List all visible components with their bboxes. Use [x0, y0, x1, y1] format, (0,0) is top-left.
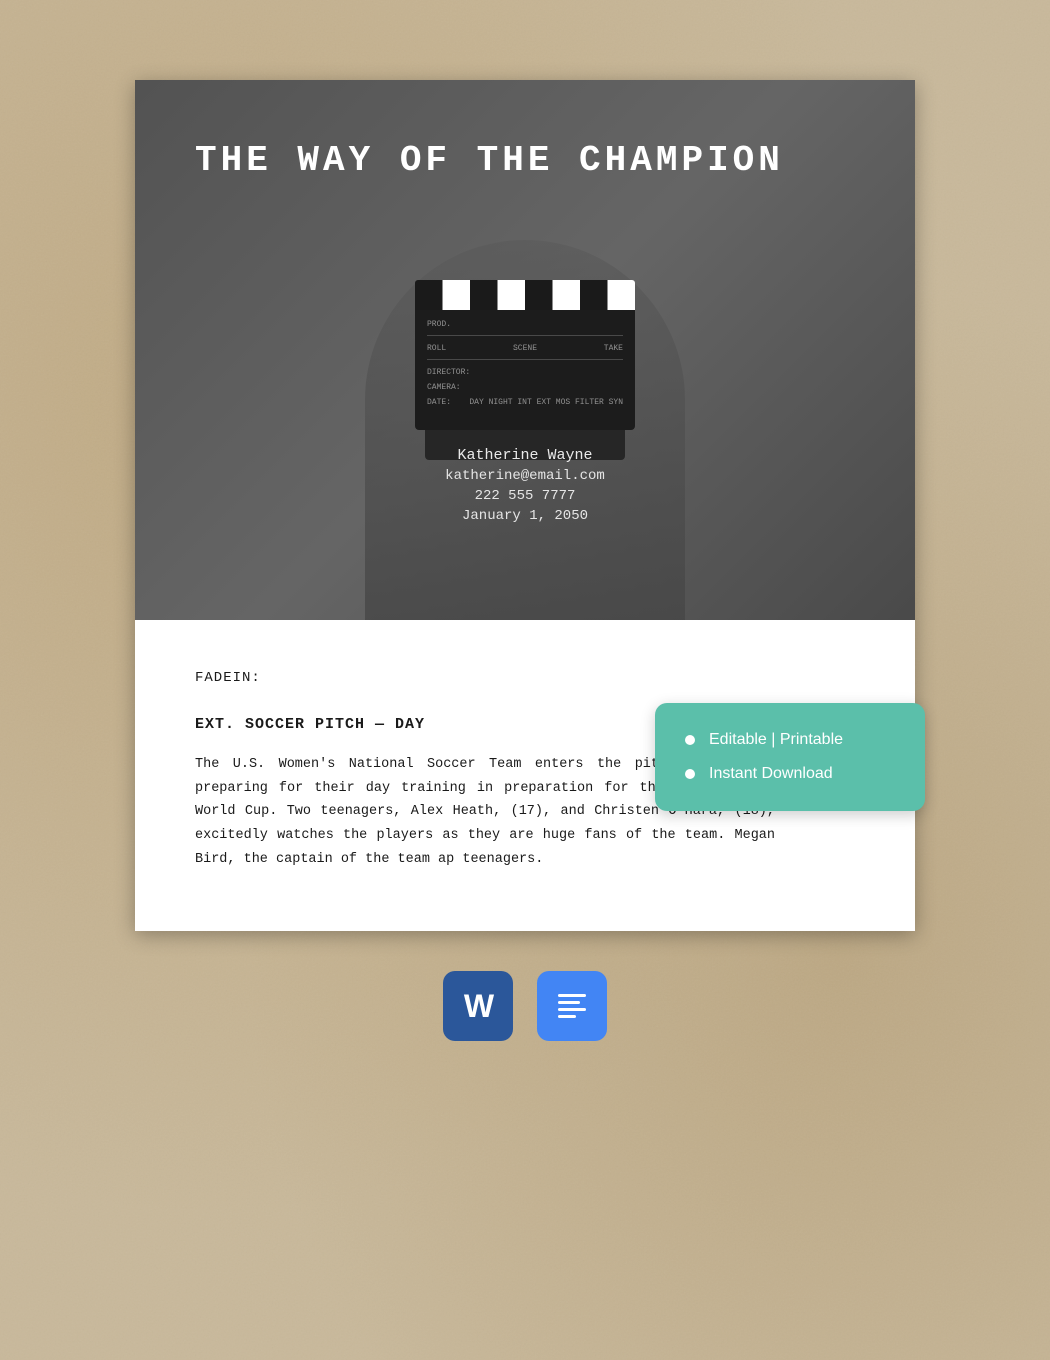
clapper-camera-label: CAMERA: [427, 383, 461, 392]
cta-bullet-1 [685, 735, 695, 745]
clapper-prod-label: PROD. [427, 320, 451, 329]
clapper-row-1: PROD. [427, 320, 623, 329]
clapper-line-1 [427, 335, 623, 336]
clapperboard: PROD. ROLL SCENE TAKE DIRECTOR: CAMERA: [415, 280, 635, 430]
fade-in-text: FADEIN: [195, 670, 855, 686]
contact-name: Katherine Wayne [195, 447, 855, 464]
clapper-row-2: ROLL SCENE TAKE [427, 344, 623, 353]
cta-bullet-2 [685, 769, 695, 779]
clapper-line-2 [427, 359, 623, 360]
docs-icon-button[interactable] [537, 971, 607, 1041]
document-card: THE WAY OF THE CHAMPION PROD. ROLL SCENE… [135, 80, 915, 931]
clapper-row-3: DIRECTOR: [427, 368, 623, 377]
cta-badge: Editable | Printable Instant Download [655, 703, 925, 811]
cta-item-download: Instant Download [685, 765, 895, 783]
docs-lines-icon [558, 994, 586, 1018]
contact-phone: 222 555 7777 [195, 488, 855, 504]
contact-date: January 1, 2050 [195, 508, 855, 524]
clapper-top [415, 280, 635, 310]
doc-line-2 [558, 1001, 580, 1004]
script-content: FADEIN: EXT. SOCCER PITCH — DAY The U.S.… [135, 620, 915, 931]
word-icon-button[interactable]: W [443, 971, 513, 1041]
cover-title: THE WAY OF THE CHAMPION [195, 140, 855, 181]
clapper-take-label: TAKE [604, 344, 623, 353]
clapper-roll-label: ROLL [427, 344, 446, 353]
contact-info: Katherine Wayne katherine@email.com 222 … [195, 447, 855, 524]
cta-item-editable: Editable | Printable [685, 731, 895, 749]
clapper-date-label: DATE: [427, 398, 451, 407]
doc-line-1 [558, 994, 586, 997]
clapper-body: PROD. ROLL SCENE TAKE DIRECTOR: CAMERA: [415, 310, 635, 430]
bottom-icons: W [95, 931, 955, 1071]
clapper-daynight-label: Day Night Int Ext Mos Filter Syn [469, 398, 623, 407]
contact-email: katherine@email.com [195, 468, 855, 484]
cover-section: THE WAY OF THE CHAMPION PROD. ROLL SCENE… [135, 80, 915, 620]
clapper-scene-label: SCENE [513, 344, 537, 353]
clapper-director-label: DIRECTOR: [427, 368, 470, 377]
clapper-row-4: CAMERA: [427, 383, 623, 392]
word-w-label: W [464, 988, 492, 1025]
cta-download-label: Instant Download [709, 765, 833, 783]
page-wrapper: THE WAY OF THE CHAMPION PROD. ROLL SCENE… [0, 0, 1050, 1131]
doc-line-4 [558, 1015, 576, 1018]
doc-line-3 [558, 1008, 586, 1011]
clapper-row-5: DATE: Day Night Int Ext Mos Filter Syn [427, 398, 623, 407]
cta-editable-label: Editable | Printable [709, 731, 843, 749]
